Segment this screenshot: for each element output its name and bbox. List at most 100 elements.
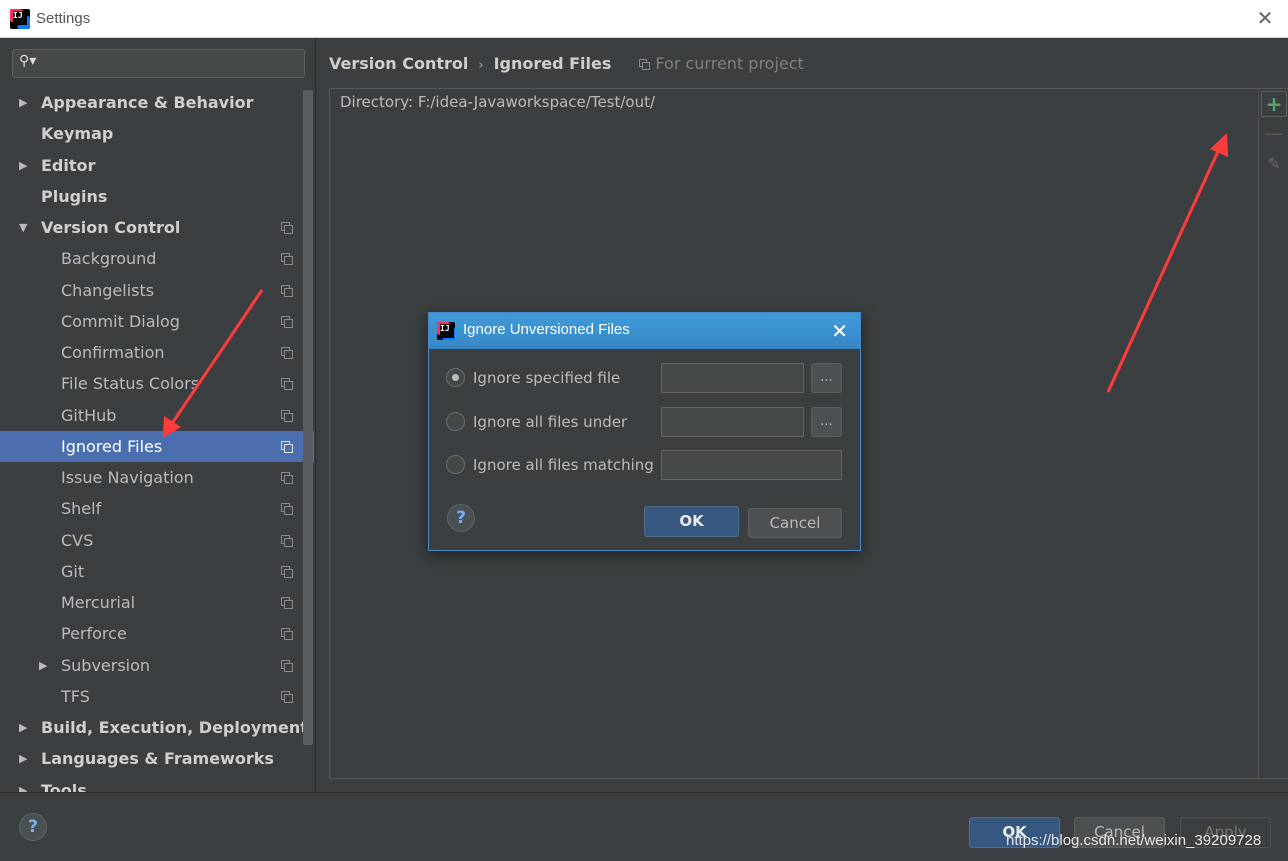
sidebar-item-commit-dialog[interactable]: Commit Dialog xyxy=(0,306,314,337)
sidebar-item-label: Ignored Files xyxy=(61,437,163,456)
remove-icon[interactable]: — xyxy=(1261,121,1287,147)
sidebar-item-label: Version Control xyxy=(41,218,181,237)
sidebar-scrollbar[interactable] xyxy=(303,90,313,745)
list-item[interactable]: Directory: F:/idea-Javaworkspace/Test/ou… xyxy=(340,93,655,111)
chevron-right-icon[interactable]: ▶ xyxy=(19,775,27,792)
sidebar-item-build-execution-deployment[interactable]: ▶ Build, Execution, Deployment xyxy=(0,712,314,743)
sidebar-item-label: Changelists xyxy=(61,281,155,300)
project-scope-icon xyxy=(281,472,293,484)
sidebar-item-perforce[interactable]: Perforce xyxy=(0,618,314,649)
intellij-app-icon: IJ xyxy=(10,8,30,29)
project-scope-icon xyxy=(281,535,293,547)
project-scope-icon xyxy=(281,410,293,422)
radio-ignore-all-files-matching[interactable] xyxy=(446,455,465,474)
project-scope-icon xyxy=(281,222,293,234)
sidebar-item-label: Appearance & Behavior xyxy=(41,93,254,112)
search-icon[interactable]: ⚲▾ xyxy=(19,53,36,69)
project-scope-icon xyxy=(281,347,293,359)
settings-footer: ? OK Cancel Apply https://blog.csdn.net/… xyxy=(0,792,1288,861)
ignore-unversioned-files-dialog: IJ Ignore Unversioned Files ✕ Ignore spe… xyxy=(428,312,861,551)
chevron-right-icon[interactable]: ▶ xyxy=(19,712,27,743)
sidebar-item-label: GitHub xyxy=(61,406,117,425)
dialog-help-button[interactable]: ? xyxy=(447,504,475,532)
dialog-cancel-button[interactable]: Cancel xyxy=(748,508,842,538)
breadcrumb-scope: For current project xyxy=(655,54,804,73)
radio-ignore-specified-file[interactable] xyxy=(446,368,465,387)
sidebar-item-appearance-behavior[interactable]: ▶ Appearance & Behavior xyxy=(0,87,314,118)
sidebar-item-github[interactable]: GitHub xyxy=(0,400,314,431)
project-scope-icon xyxy=(281,285,293,297)
specified-file-field[interactable] xyxy=(661,363,804,393)
dialog-title: Ignore Unversioned Files xyxy=(463,321,630,338)
chevron-right-icon[interactable]: ▶ xyxy=(19,150,27,181)
settings-search-box[interactable]: ⚲▾ xyxy=(12,49,305,78)
sidebar-item-languages-frameworks[interactable]: ▶ Languages & Frameworks xyxy=(0,743,314,774)
sidebar-item-subversion[interactable]: ▶ Subversion xyxy=(0,650,314,681)
sidebar-item-background[interactable]: Background xyxy=(0,243,314,274)
breadcrumb: Version Control › Ignored Files For current… xyxy=(329,53,804,75)
project-scope-icon xyxy=(281,628,293,640)
browse-directory-button[interactable]: ... xyxy=(811,407,842,437)
list-toolbar: + — ✎ xyxy=(1258,89,1288,778)
sidebar-item-label: Plugins xyxy=(41,187,108,206)
chevron-right-icon[interactable]: ▶ xyxy=(19,743,27,774)
radio-ignore-all-files-under[interactable] xyxy=(446,412,465,431)
sidebar-item-confirmation[interactable]: Confirmation xyxy=(0,337,314,368)
sidebar-item-mercurial[interactable]: Mercurial xyxy=(0,587,314,618)
option-label: Ignore all files under xyxy=(473,413,628,431)
project-scope-icon xyxy=(281,503,293,515)
browse-file-button[interactable]: ... xyxy=(811,363,842,393)
sidebar-item-label: Issue Navigation xyxy=(61,468,194,487)
dialog-titlebar: IJ Ignore Unversioned Files ✕ xyxy=(429,313,860,349)
sidebar-item-changelists[interactable]: Changelists xyxy=(0,275,314,306)
sidebar-item-label: TFS xyxy=(61,687,90,706)
sidebar-item-label: Background xyxy=(61,249,157,268)
sidebar-item-label: Shelf xyxy=(61,499,102,518)
sidebar-item-tfs[interactable]: TFS xyxy=(0,681,314,712)
project-scope-icon xyxy=(281,660,293,672)
sidebar-item-label: Subversion xyxy=(61,656,151,675)
sidebar-item-editor[interactable]: ▶ Editor xyxy=(0,150,314,181)
sidebar-item-issue-navigation[interactable]: Issue Navigation xyxy=(0,462,314,493)
edit-icon[interactable]: ✎ xyxy=(1261,152,1287,178)
sidebar-item-label: Perforce xyxy=(61,624,127,643)
window-title: Settings xyxy=(36,10,91,27)
chevron-right-icon[interactable]: ▶ xyxy=(39,650,47,681)
sidebar-item-ignored-files[interactable]: Ignored Files xyxy=(0,431,314,462)
sidebar-item-git[interactable]: Git xyxy=(0,556,314,587)
sidebar-item-label: Build, Execution, Deployment xyxy=(41,718,308,737)
breadcrumb-separator: › xyxy=(478,58,484,73)
project-scope-icon xyxy=(281,378,293,390)
project-scope-icon xyxy=(639,59,651,70)
sidebar-item-keymap[interactable]: Keymap xyxy=(0,118,314,149)
chevron-down-icon[interactable]: ▼ xyxy=(19,212,27,243)
sidebar-item-plugins[interactable]: Plugins xyxy=(0,181,314,212)
dialog-ok-button[interactable]: OK xyxy=(644,506,739,537)
settings-search-input[interactable] xyxy=(43,53,298,74)
sidebar-item-label: Keymap xyxy=(41,124,114,143)
settings-sidebar: ⚲▾ ▶ Appearance & Behavior Keymap ▶ Editor Pl… xyxy=(0,38,316,792)
chevron-right-icon[interactable]: ▶ xyxy=(19,87,27,118)
option-label: Ignore specified file xyxy=(473,369,621,387)
sidebar-item-shelf[interactable]: Shelf xyxy=(0,493,314,524)
project-scope-icon xyxy=(281,691,293,703)
sidebar-item-label: Mercurial xyxy=(61,593,136,612)
window-close-icon[interactable]: ✕ xyxy=(1256,8,1274,28)
sidebar-item-label: Languages & Frameworks xyxy=(41,749,274,768)
option-label: Ignore all files matching xyxy=(473,456,654,474)
sidebar-item-label: Tools xyxy=(41,781,87,792)
pattern-field[interactable] xyxy=(661,450,842,480)
sidebar-item-version-control[interactable]: ▼ Version Control xyxy=(0,212,314,243)
sidebar-item-label: Commit Dialog xyxy=(61,312,180,331)
dialog-close-icon[interactable]: ✕ xyxy=(831,319,848,343)
sidebar-item-file-status-colors[interactable]: File Status Colors xyxy=(0,368,314,399)
watermark-url: https://blog.csdn.net/weixin_39209728 xyxy=(1006,832,1262,849)
project-scope-icon xyxy=(281,316,293,328)
help-button[interactable]: ? xyxy=(19,813,47,841)
breadcrumb-current: Ignored Files xyxy=(493,54,612,73)
directory-field[interactable] xyxy=(661,407,804,437)
sidebar-item-cvs[interactable]: CVS xyxy=(0,525,314,556)
sidebar-item-tools[interactable]: ▶ Tools xyxy=(0,775,314,792)
breadcrumb-parent: Version Control xyxy=(329,54,469,73)
add-icon[interactable]: + xyxy=(1261,91,1287,117)
